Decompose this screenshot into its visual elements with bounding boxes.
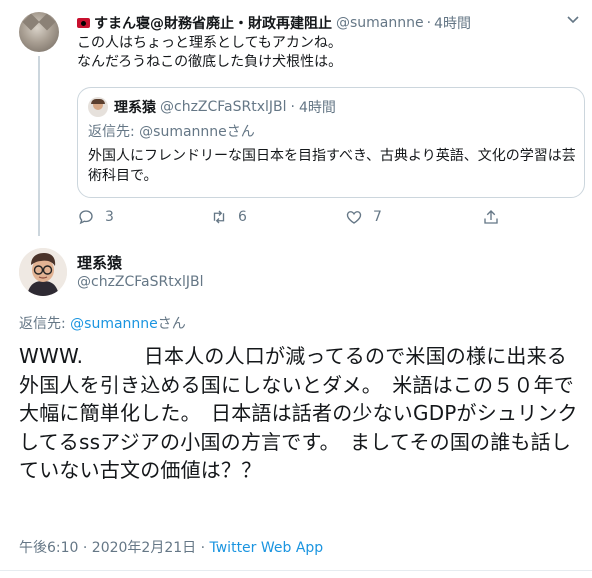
tweet-time[interactable]: 4時間 bbox=[434, 13, 471, 33]
reply-icon bbox=[79, 210, 93, 225]
tweet-text-line: この人はちょっと理系としてもアカンね。 bbox=[77, 35, 342, 51]
reply-context: 返信先: @sumannneさん bbox=[19, 313, 186, 333]
quoted-display-name: 理系猿 bbox=[114, 100, 156, 116]
reply-to-handle[interactable]: @sumannne bbox=[70, 316, 158, 332]
divider bbox=[0, 570, 592, 571]
avatar[interactable] bbox=[19, 248, 67, 296]
tweet-text: WWW. 日本人の人口が減ってるので米国の様に出来る外国人を引き込める国にしない… bbox=[19, 344, 578, 482]
tweet-header: すまん寝@財務省廃止・財政再建阻止 @sumannne · 4時間 bbox=[77, 12, 572, 34]
retweet-button[interactable]: 6 bbox=[210, 208, 247, 226]
reply-tweet[interactable]: すまん寝@財務省廃止・財政再建阻止 @sumannne · 4時間 この人はちょ… bbox=[0, 0, 592, 240]
like-button[interactable]: 7 bbox=[345, 208, 382, 226]
share-icon bbox=[484, 210, 498, 224]
display-name[interactable]: すまん寝@財務省廃止・財政再建阻止 bbox=[94, 13, 332, 33]
retweet-count: 6 bbox=[238, 209, 247, 225]
tweet-source[interactable]: Twitter Web App bbox=[210, 540, 324, 556]
reply-button[interactable]: 3 bbox=[77, 208, 114, 226]
reply-to-handle: @sumannne bbox=[139, 124, 227, 140]
display-name[interactable]: 理系猿 bbox=[77, 252, 122, 273]
tweet-meta: 午後6:10 · 2020年2月21日 · Twitter Web App bbox=[19, 537, 323, 557]
like-icon bbox=[346, 211, 362, 224]
quoted-handle: @chzZCFaSRtxlJBl bbox=[160, 99, 287, 115]
retweet-icon bbox=[213, 210, 225, 224]
reply-prefix: 返信先: bbox=[19, 316, 71, 332]
quoted-tweet-card[interactable]: 理系猿 @chzZCFaSRtxlJBl · 4時間 返信先: @sumannn… bbox=[77, 87, 585, 198]
tweet-text: この人はちょっと理系としてもアカンね。 なんだろうねこの徹底した負け犬根性は。 bbox=[77, 34, 577, 72]
reply-count: 3 bbox=[105, 209, 114, 225]
quoted-text: 外国人にフレンドリーな国日本を目指すべき、古典より英語、文化の学習は芸術科目で。 bbox=[88, 148, 576, 184]
quoted-time: 4時間 bbox=[299, 100, 336, 116]
quoted-header: 理系猿 @chzZCFaSRtxlJBl · 4時間 bbox=[88, 97, 336, 117]
reply-prefix: 返信先: bbox=[88, 124, 140, 140]
quoted-reply-context: 返信先: @sumannneさん bbox=[88, 121, 255, 141]
user-handle[interactable]: @chzZCFaSRtxlJBl bbox=[77, 274, 204, 290]
separator-dot: · bbox=[426, 15, 432, 31]
tweet-text-line: なんだろうねこの徹底した負け犬根性は。 bbox=[77, 54, 343, 70]
flag-icon bbox=[77, 18, 90, 28]
separator-dot: · bbox=[290, 99, 295, 115]
tweet-timestamp[interactable]: 午後6:10 · 2020年2月21日 · bbox=[19, 540, 210, 556]
quoted-avatar bbox=[88, 97, 108, 117]
action-bar: 3 6 7 bbox=[77, 208, 557, 232]
share-button[interactable] bbox=[482, 208, 510, 226]
caret-down-icon[interactable] bbox=[566, 14, 580, 28]
avatar[interactable] bbox=[19, 12, 59, 52]
like-count: 7 bbox=[373, 209, 382, 225]
reply-suffix: さん bbox=[226, 124, 255, 140]
user-handle[interactable]: @sumannne bbox=[336, 15, 424, 31]
reply-suffix: さん bbox=[157, 316, 186, 332]
